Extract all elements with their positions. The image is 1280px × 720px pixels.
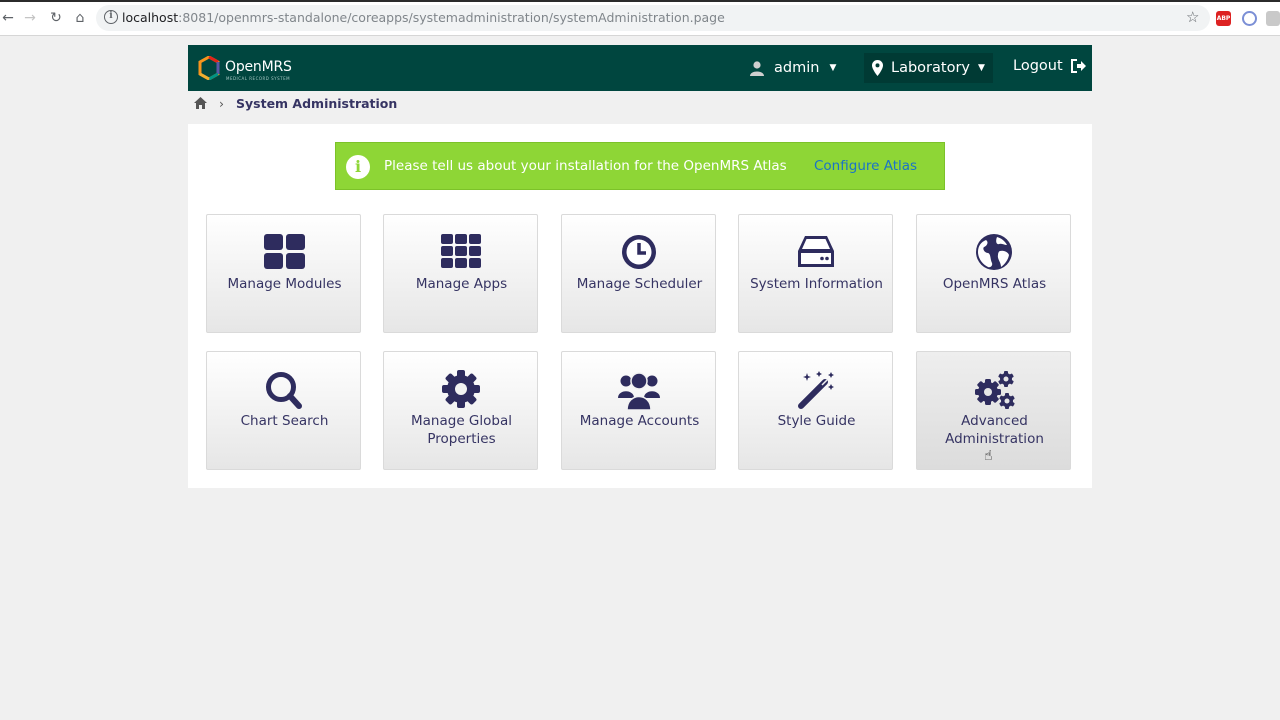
magic-wand-icon: [798, 371, 834, 409]
clock-icon: [622, 235, 656, 269]
info-icon: i: [346, 155, 370, 179]
user-name: admin: [774, 60, 820, 76]
tile-label: Chart Search: [240, 413, 329, 429]
banner-message: Please tell us about your installation f…: [384, 158, 787, 174]
search-icon: [266, 372, 302, 409]
tile-manage-accounts[interactable]: Manage Accounts: [561, 351, 716, 470]
tile-label: Manage Accounts: [579, 413, 700, 429]
tile-label: System Information: [750, 276, 883, 292]
home-browser-icon[interactable]: ⌂: [72, 10, 88, 26]
gears-icon: [975, 371, 1015, 409]
sign-out-icon: [1070, 59, 1086, 73]
browser-toolbar: ← → ↻ ⌂ i localhost:8081/openmrs-standal…: [0, 0, 1280, 36]
location-name: Laboratory: [891, 60, 970, 76]
location-menu[interactable]: Laboratory ▼: [864, 53, 993, 83]
tile-label: Manage Modules: [227, 276, 342, 292]
tile-manage-modules[interactable]: Manage Modules: [206, 214, 361, 333]
tile-label: Manage Scheduler: [576, 276, 703, 292]
tile-label: Manage Apps: [415, 276, 508, 292]
configure-atlas-link[interactable]: Configure Atlas: [814, 158, 917, 174]
apps-grid-icon: [441, 234, 481, 268]
bookmark-star-icon[interactable]: ☆: [1186, 9, 1199, 25]
tile-openmrs-atlas[interactable]: OpenMRS Atlas: [916, 214, 1071, 333]
user-menu[interactable]: admin ▼: [750, 58, 836, 78]
tile-manage-apps[interactable]: Manage Apps: [383, 214, 538, 333]
url-text: localhost:8081/openmrs-standalone/coreap…: [122, 10, 725, 25]
atlas-banner: i Please tell us about your installation…: [335, 142, 945, 190]
user-icon: [750, 60, 764, 76]
breadcrumb: › System Administration: [194, 94, 397, 112]
url-host: localhost: [122, 10, 179, 25]
site-info-icon[interactable]: i: [104, 10, 118, 24]
forward-icon[interactable]: →: [22, 10, 38, 26]
tile-label: Manage Global Properties: [411, 413, 512, 447]
breadcrumb-separator-icon: ›: [219, 95, 224, 111]
tile-label: OpenMRS Atlas: [942, 276, 1047, 292]
back-icon[interactable]: ←: [0, 10, 16, 26]
grid-icon: [264, 234, 305, 269]
tile-style-guide[interactable]: Style Guide: [738, 351, 893, 470]
tile-chart-search[interactable]: Chart Search: [206, 351, 361, 470]
openmrs-logo-icon[interactable]: [198, 56, 220, 80]
breadcrumb-current: System Administration: [236, 95, 398, 111]
url-path: :8081/openmrs-standalone/coreapps/system…: [178, 10, 725, 25]
home-icon[interactable]: [194, 97, 207, 109]
logo-text: OpenMRS: [225, 59, 292, 75]
tile-manage-scheduler[interactable]: Manage Scheduler: [561, 214, 716, 333]
address-bar[interactable]: i localhost:8081/openmrs-standalone/core…: [96, 5, 1210, 31]
tile-advanced-administration[interactable]: Advanced Administration: [916, 351, 1071, 470]
hard-drive-icon: [798, 236, 834, 267]
tile-system-information[interactable]: System Information: [738, 214, 893, 333]
adblock-extension-icon[interactable]: ABP: [1216, 11, 1231, 26]
reload-icon[interactable]: ↻: [48, 10, 64, 26]
logout-label: Logout: [1013, 58, 1063, 74]
logout-link[interactable]: Logout: [1013, 58, 1087, 74]
tile-label: Advanced Administration: [945, 413, 1044, 447]
tile-label: Style Guide: [777, 413, 856, 429]
chevron-down-icon: ▼: [829, 63, 837, 73]
users-icon: [618, 372, 660, 410]
tile-manage-global-properties[interactable]: Manage Global Properties: [383, 351, 538, 470]
extension-icon-2[interactable]: [1266, 11, 1280, 26]
map-marker-icon: [872, 60, 883, 76]
chevron-down-icon: ▼: [978, 63, 985, 73]
app-header: OpenMRS MEDICAL RECORD SYSTEM admin ▼ La…: [188, 45, 1092, 91]
browser-top-edge: [0, 0, 1280, 2]
gear-icon: [442, 370, 480, 408]
logo-subtitle: MEDICAL RECORD SYSTEM: [226, 76, 291, 81]
hand-cursor-icon: ☝: [984, 448, 993, 464]
extension-icon[interactable]: [1242, 11, 1257, 26]
globe-icon: [976, 234, 1012, 270]
